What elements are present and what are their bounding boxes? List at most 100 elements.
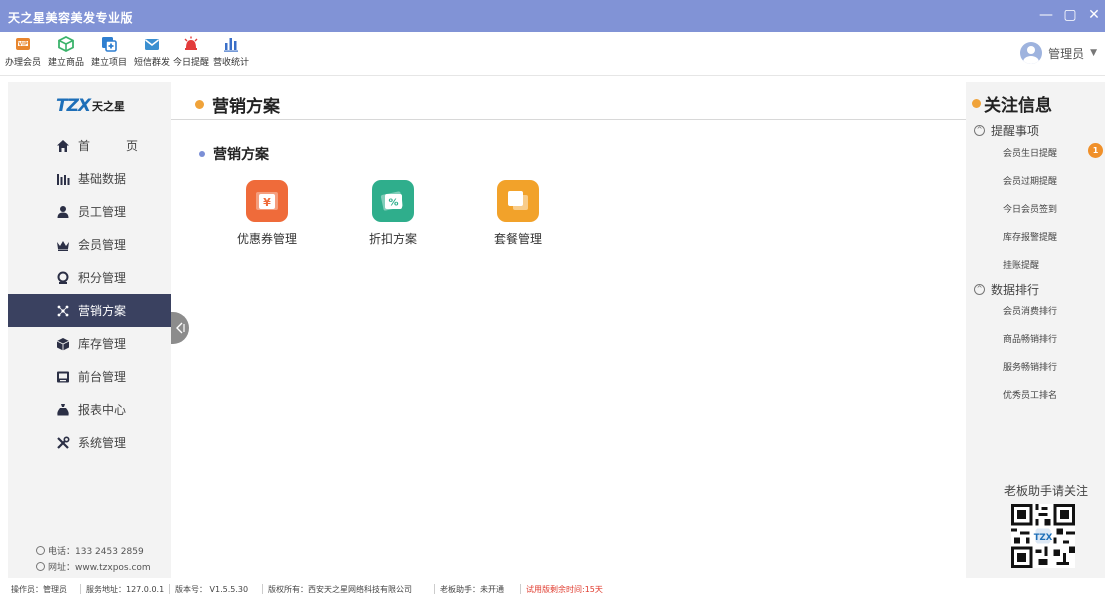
- avatar: [1020, 42, 1043, 64]
- reminder-birthday[interactable]: 会员生日提醒: [1003, 146, 1057, 159]
- toolbar-label: 办理会员: [4, 58, 41, 68]
- ranking-product-sales[interactable]: 商品畅销排行: [1003, 332, 1057, 345]
- sidebar-item-label: 系统管理: [78, 436, 127, 450]
- sidebar-item-label: 首 页: [78, 139, 151, 153]
- reminder-stock-alert[interactable]: 库存报警提醒: [1003, 230, 1057, 243]
- sidebar-item-basic-data[interactable]: 基础数据: [8, 162, 171, 195]
- status-trial: 试用版剩余时间:15天: [526, 585, 603, 594]
- divider: [262, 584, 263, 594]
- status-operator: 操作员：管理员: [11, 585, 67, 594]
- collapse-icon: ^: [974, 284, 985, 295]
- main-header: 营销方案: [171, 82, 966, 120]
- sidebar-item-system[interactable]: 系统管理: [8, 426, 171, 459]
- toolbar-button-revenue[interactable]: 营收统计: [208, 35, 254, 68]
- toolbar: VIP 办理会员 建立商品 建立项目 短信群发 今日提醒 营收统计 管理员 ▼: [0, 32, 1105, 76]
- svg-text:%: %: [388, 198, 398, 209]
- phone-text: 电话：133 2453 2859: [48, 547, 144, 557]
- close-icon[interactable]: ✕: [1087, 7, 1101, 23]
- toolbar-button-add-member[interactable]: VIP 办理会员: [0, 35, 46, 68]
- restore-icon[interactable]: ▢: [1063, 7, 1077, 23]
- sidebar-collapse-toggle[interactable]: [171, 312, 189, 344]
- toolbar-label: 建立项目: [90, 58, 127, 68]
- sidebar-item-front-desk[interactable]: 前台管理: [8, 360, 171, 393]
- inventory-icon: [56, 337, 70, 351]
- section-dot: [199, 151, 205, 157]
- divider: [169, 584, 170, 594]
- user-name: 管理员: [1048, 46, 1085, 61]
- reminder-checkin[interactable]: 今日会员签到: [1003, 202, 1057, 215]
- app-label: 优惠券管理: [236, 232, 297, 246]
- ranking-top-staff[interactable]: 优秀员工排名: [1003, 388, 1057, 401]
- sidebar: TZX 天之星 首 页 基础数据 员工管理 会员管理 积分管理 营销方案 库存管…: [8, 82, 171, 578]
- divider: [80, 584, 81, 594]
- points-icon: [56, 271, 70, 285]
- report-icon: [56, 403, 70, 417]
- sidebar-item-label: 基础数据: [78, 172, 127, 186]
- logo-mark: TZX: [56, 96, 91, 116]
- group-reminders[interactable]: ^ 提醒事项: [974, 122, 1039, 139]
- coupon-management-button[interactable]: ¥ 优惠券管理: [227, 180, 307, 247]
- toolbar-button-add-product[interactable]: 建立商品: [43, 35, 89, 68]
- status-copyright: 版权所有：西安天之星网络科技有限公司: [268, 585, 412, 594]
- group-rankings[interactable]: ^ 数据排行: [974, 281, 1039, 298]
- user-menu[interactable]: 管理员 ▼: [1020, 42, 1097, 64]
- discount-plan-button[interactable]: % 折扣方案: [353, 180, 433, 247]
- sidebar-item-marketing[interactable]: 营销方案: [8, 294, 171, 327]
- sidebar-item-staff[interactable]: 员工管理: [8, 195, 171, 228]
- sidebar-item-label: 前台管理: [78, 370, 127, 384]
- front-desk-icon: [56, 370, 70, 384]
- title-bar: 天之星美容美发专业版 — ▢ ✕: [0, 0, 1105, 32]
- svg-text:TZX: TZX: [1034, 533, 1053, 543]
- alarm-bell-icon: [184, 36, 198, 50]
- sidebar-item-label: 报表中心: [78, 403, 127, 417]
- sidebar-item-members[interactable]: 会员管理: [8, 228, 171, 261]
- cube-icon: [58, 35, 74, 53]
- sidebar-item-label: 员工管理: [78, 205, 127, 219]
- staff-icon: [56, 205, 70, 219]
- page-title: 营销方案: [195, 92, 280, 117]
- app-label: 折扣方案: [368, 232, 417, 246]
- coupon-icon: ¥: [246, 180, 288, 222]
- globe-icon: [36, 562, 45, 571]
- toolbar-label: 营收统计: [212, 58, 249, 68]
- reminder-expiry[interactable]: 会员过期提醒: [1003, 174, 1057, 187]
- notification-badge: 1: [1088, 143, 1103, 158]
- chevron-left-icon: [176, 322, 185, 334]
- title-dot: [972, 99, 981, 108]
- sidebar-item-inventory[interactable]: 库存管理: [8, 327, 171, 360]
- svg-text:VIP: VIP: [18, 42, 28, 48]
- ranking-service-sales[interactable]: 服务畅销排行: [1003, 360, 1057, 373]
- svg-text:¥: ¥: [263, 196, 271, 209]
- reminder-credit[interactable]: 挂账提醒: [1003, 258, 1039, 271]
- divider: [434, 584, 435, 594]
- phone-icon: [36, 546, 45, 555]
- window-controls: — ▢ ✕: [1039, 7, 1101, 23]
- sidebar-item-label: 库存管理: [78, 337, 127, 351]
- divider: [520, 584, 521, 594]
- section-title-text: 营销方案: [213, 147, 269, 163]
- bar-chart-icon: [224, 38, 238, 52]
- package-management-button[interactable]: 套餐管理: [478, 180, 558, 247]
- chevron-down-icon: ▼: [1090, 48, 1097, 58]
- marketing-icon: [56, 304, 70, 318]
- sidebar-item-points[interactable]: 积分管理: [8, 261, 171, 294]
- mail-icon: [145, 39, 159, 50]
- collapse-icon: ^: [974, 125, 985, 136]
- app-label: 套餐管理: [493, 232, 542, 246]
- title-dot: [195, 100, 204, 109]
- info-panel-title: 关注信息: [972, 91, 1052, 116]
- toolbar-button-add-project[interactable]: 建立项目: [86, 35, 132, 68]
- status-server: 服务地址：127.0.0.1: [86, 585, 165, 594]
- sidebar-item-home[interactable]: 首 页: [8, 129, 171, 162]
- bar-chart-icon: [56, 172, 70, 186]
- sidebar-item-label: 会员管理: [78, 238, 127, 252]
- qr-code-image: TZX: [1011, 504, 1075, 568]
- sidebar-item-reports[interactable]: 报表中心: [8, 393, 171, 426]
- contact-phone: 电话：133 2453 2859: [36, 544, 144, 557]
- minimize-icon[interactable]: —: [1039, 7, 1053, 23]
- group-label: 提醒事项: [991, 124, 1040, 138]
- discount-icon: %: [372, 180, 414, 222]
- toolbar-label: 建立商品: [47, 58, 84, 68]
- brand-logo: TZX 天之星: [56, 96, 125, 116]
- ranking-member-spend[interactable]: 会员消费排行: [1003, 304, 1057, 317]
